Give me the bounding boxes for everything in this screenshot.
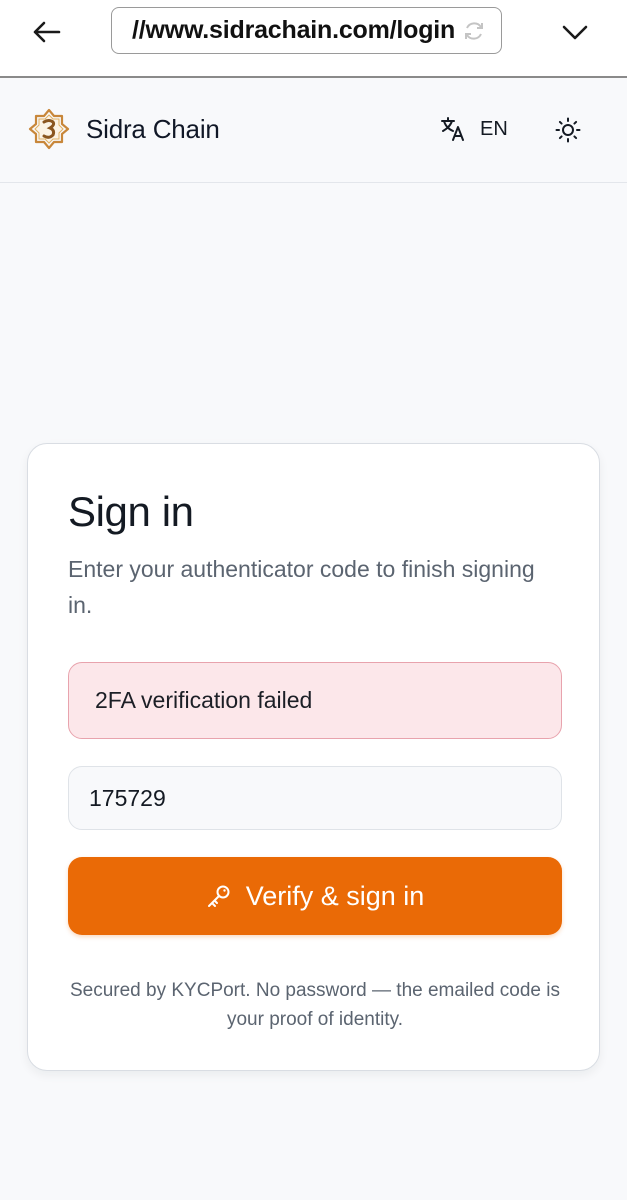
brand-name: Sidra Chain	[86, 113, 220, 144]
sun-icon	[555, 117, 581, 143]
arrow-left-icon	[33, 21, 61, 43]
language-switcher[interactable]: EN	[440, 116, 508, 142]
back-button[interactable]	[26, 14, 66, 50]
verify-signin-button[interactable]: Verify & sign in	[68, 857, 562, 935]
brand-link[interactable]: Sidra Chain	[28, 108, 220, 150]
page-title: Sign in	[68, 488, 194, 535]
language-label: EN	[480, 117, 508, 140]
signin-subtitle: Enter your authenticator code to finish …	[68, 556, 535, 618]
error-alert: 2FA verification failed	[68, 662, 562, 739]
translate-icon	[441, 117, 464, 141]
chevron-down-icon	[562, 25, 588, 40]
address-bar[interactable]: //www.sidrachain.com/login	[111, 7, 502, 54]
key-icon	[207, 885, 230, 907]
error-message: 2FA verification failed	[95, 687, 313, 713]
verify-button-label: Verify & sign in	[245, 880, 425, 911]
authenticator-code-input[interactable]	[68, 766, 562, 830]
security-note: Secured by KYCPort. No password — the em…	[69, 980, 560, 1030]
sidra-logo	[28, 108, 70, 150]
reload-icon[interactable]	[461, 18, 487, 44]
theme-toggle-button[interactable]	[553, 115, 583, 145]
browser-toolbar: //www.sidrachain.com/login	[0, 0, 627, 78]
browser-menu-button[interactable]	[558, 16, 592, 48]
signin-card: Sign in Enter your authenticator code to…	[27, 443, 600, 1071]
site-header: Sidra Chain EN	[0, 80, 627, 183]
url-text: //www.sidrachain.com/login	[132, 16, 456, 44]
